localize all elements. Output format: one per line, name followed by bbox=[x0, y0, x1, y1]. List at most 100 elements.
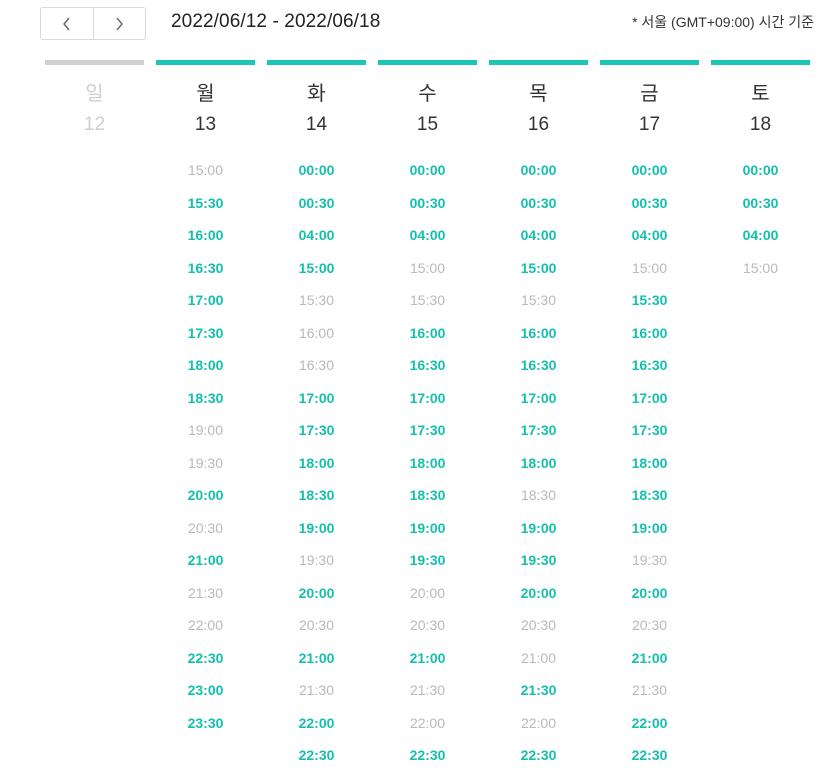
day-column: 월 13 15:00 15:30 16:00 16:30 17:00 17:30 18:00 18… bbox=[156, 60, 255, 777]
time-slot-available[interactable]: 20:00 bbox=[600, 582, 699, 615]
time-slot-available[interactable]: 15:00 bbox=[489, 257, 588, 290]
day-column-bar bbox=[489, 60, 588, 65]
time-slot-available[interactable]: 00:30 bbox=[378, 192, 477, 225]
time-slot-available[interactable]: 17:30 bbox=[600, 419, 699, 452]
day-date: 14 bbox=[305, 114, 328, 135]
time-slot-list: 00:00 00:30 04:00 15:00 15:30 16:00 16:30 17:00… bbox=[378, 159, 477, 777]
time-slot-unavailable: 20:30 bbox=[409, 617, 446, 633]
time-slot-available[interactable]: 18:30 bbox=[267, 484, 366, 517]
time-slot-available[interactable]: 21:30 bbox=[489, 679, 588, 712]
day-name: 월 bbox=[196, 83, 215, 105]
time-slot-available[interactable]: 17:00 bbox=[600, 387, 699, 420]
time-slot-available[interactable]: 21:00 bbox=[378, 647, 477, 680]
time-slot-available[interactable]: 15:30 bbox=[600, 289, 699, 322]
time-slot-available[interactable]: 20:00 bbox=[489, 582, 588, 615]
time-slot-unavailable: 15:30 bbox=[298, 292, 335, 308]
time-slot-available[interactable]: 00:30 bbox=[267, 192, 366, 225]
time-slot-available[interactable]: 04:00 bbox=[267, 224, 366, 257]
time-slot-available[interactable]: 00:00 bbox=[267, 159, 366, 192]
time-slot-available[interactable]: 18:30 bbox=[600, 484, 699, 517]
time-slot-list: 00:00 00:30 04:00 15:00 15:30 16:00 16:30 17:00… bbox=[489, 159, 588, 777]
time-slot-available[interactable]: 04:00 bbox=[378, 224, 477, 257]
time-slot-available[interactable]: 00:30 bbox=[600, 192, 699, 225]
time-slot-available[interactable]: 00:00 bbox=[489, 159, 588, 192]
time-slot-available[interactable]: 16:00 bbox=[600, 322, 699, 355]
time-slot-available[interactable]: 18:30 bbox=[378, 484, 477, 517]
time-slot-unavailable: 19:00 bbox=[187, 422, 224, 438]
time-slot-available[interactable]: 23:00 bbox=[156, 679, 255, 712]
time-slot-available[interactable]: 21:00 bbox=[156, 549, 255, 582]
time-slot-available[interactable]: 17:00 bbox=[378, 387, 477, 420]
time-slot-available[interactable]: 00:30 bbox=[711, 192, 810, 225]
time-slot-available[interactable]: 19:30 bbox=[489, 549, 588, 582]
day-name: 화 bbox=[307, 83, 326, 105]
time-slot-available[interactable]: 16:30 bbox=[156, 257, 255, 290]
time-slot-available[interactable]: 18:00 bbox=[378, 452, 477, 485]
time-slot-available[interactable]: 16:30 bbox=[489, 354, 588, 387]
day-date: 12 bbox=[83, 114, 106, 135]
week-calendar: 일 12 월 13 15:00 15:30 16:00 16:30 17:00 17:30 18:0… bbox=[45, 60, 810, 777]
time-slot-available[interactable]: 00:00 bbox=[600, 159, 699, 192]
time-slot-available[interactable]: 15:00 bbox=[267, 257, 366, 290]
time-slot-available[interactable]: 23:30 bbox=[156, 712, 255, 745]
time-slot-unavailable: 18:30 bbox=[520, 487, 557, 503]
time-slot-available[interactable]: 22:00 bbox=[600, 712, 699, 745]
time-slot-available[interactable]: 19:00 bbox=[600, 517, 699, 550]
time-slot-available[interactable]: 19:30 bbox=[378, 549, 477, 582]
time-slot-available[interactable]: 22:30 bbox=[600, 744, 699, 777]
time-slot-available[interactable]: 20:00 bbox=[156, 484, 255, 517]
time-slot-available[interactable]: 17:00 bbox=[267, 387, 366, 420]
time-slot-list: 00:00 00:30 04:00 15:00 bbox=[711, 159, 810, 289]
time-slot-available[interactable]: 19:00 bbox=[267, 517, 366, 550]
time-slot-available[interactable]: 15:30 bbox=[156, 192, 255, 225]
time-slot-available[interactable]: 22:30 bbox=[156, 647, 255, 680]
time-slot-available[interactable]: 16:00 bbox=[378, 322, 477, 355]
time-slot-available[interactable]: 17:30 bbox=[378, 419, 477, 452]
time-slot-available[interactable]: 17:00 bbox=[489, 387, 588, 420]
time-slot-available[interactable]: 18:00 bbox=[600, 452, 699, 485]
time-slot-available[interactable]: 22:30 bbox=[378, 744, 477, 777]
next-week-button[interactable] bbox=[92, 8, 146, 39]
time-slot-available[interactable]: 22:30 bbox=[267, 744, 366, 777]
time-slot-available[interactable]: 04:00 bbox=[600, 224, 699, 257]
time-slot-available[interactable]: 04:00 bbox=[489, 224, 588, 257]
time-slot-available[interactable]: 17:30 bbox=[267, 419, 366, 452]
day-column: 수 15 00:00 00:30 04:00 15:00 15:30 16:00 16:30 17… bbox=[378, 60, 477, 777]
time-slot-unavailable: 19:30 bbox=[298, 552, 335, 568]
time-slot-available[interactable]: 22:00 bbox=[267, 712, 366, 745]
time-slot-available[interactable]: 20:00 bbox=[267, 582, 366, 615]
day-name: 목 bbox=[529, 83, 548, 105]
time-slot-available[interactable]: 17:00 bbox=[156, 289, 255, 322]
day-name: 일 bbox=[85, 83, 104, 105]
day-name: 금 bbox=[640, 83, 659, 105]
time-slot-available[interactable]: 00:30 bbox=[489, 192, 588, 225]
day-column-bar bbox=[45, 60, 144, 65]
time-slot-available[interactable]: 16:00 bbox=[156, 224, 255, 257]
time-slot-available[interactable]: 16:30 bbox=[378, 354, 477, 387]
prev-week-button[interactable] bbox=[41, 8, 93, 39]
day-column-bar bbox=[378, 60, 477, 65]
time-slot-available[interactable]: 04:00 bbox=[711, 224, 810, 257]
time-slot-available[interactable]: 22:30 bbox=[489, 744, 588, 777]
time-slot-available[interactable]: 21:00 bbox=[267, 647, 366, 680]
time-slot-available[interactable]: 17:30 bbox=[489, 419, 588, 452]
day-column-bar bbox=[711, 60, 810, 65]
time-slot-available[interactable]: 19:00 bbox=[489, 517, 588, 550]
time-slot-available[interactable]: 17:30 bbox=[156, 322, 255, 355]
time-slot-available[interactable]: 00:00 bbox=[711, 159, 810, 192]
time-slot-available[interactable]: 16:00 bbox=[489, 322, 588, 355]
time-slot-available[interactable]: 21:00 bbox=[600, 647, 699, 680]
time-slot-available[interactable]: 18:00 bbox=[267, 452, 366, 485]
day-date: 16 bbox=[527, 114, 550, 135]
time-slot-available[interactable]: 18:00 bbox=[156, 354, 255, 387]
time-slot-available[interactable]: 18:00 bbox=[489, 452, 588, 485]
time-slot-unavailable: 15:00 bbox=[409, 259, 446, 276]
day-date: 18 bbox=[749, 114, 772, 135]
time-slot-available[interactable]: 18:30 bbox=[156, 387, 255, 420]
time-slot-unavailable: 20:00 bbox=[409, 584, 446, 601]
time-slot-available[interactable]: 19:00 bbox=[378, 517, 477, 550]
time-slot-unavailable: 21:30 bbox=[631, 682, 668, 698]
time-slot-unavailable: 20:30 bbox=[298, 617, 335, 633]
time-slot-available[interactable]: 00:00 bbox=[378, 159, 477, 192]
time-slot-available[interactable]: 16:30 bbox=[600, 354, 699, 387]
